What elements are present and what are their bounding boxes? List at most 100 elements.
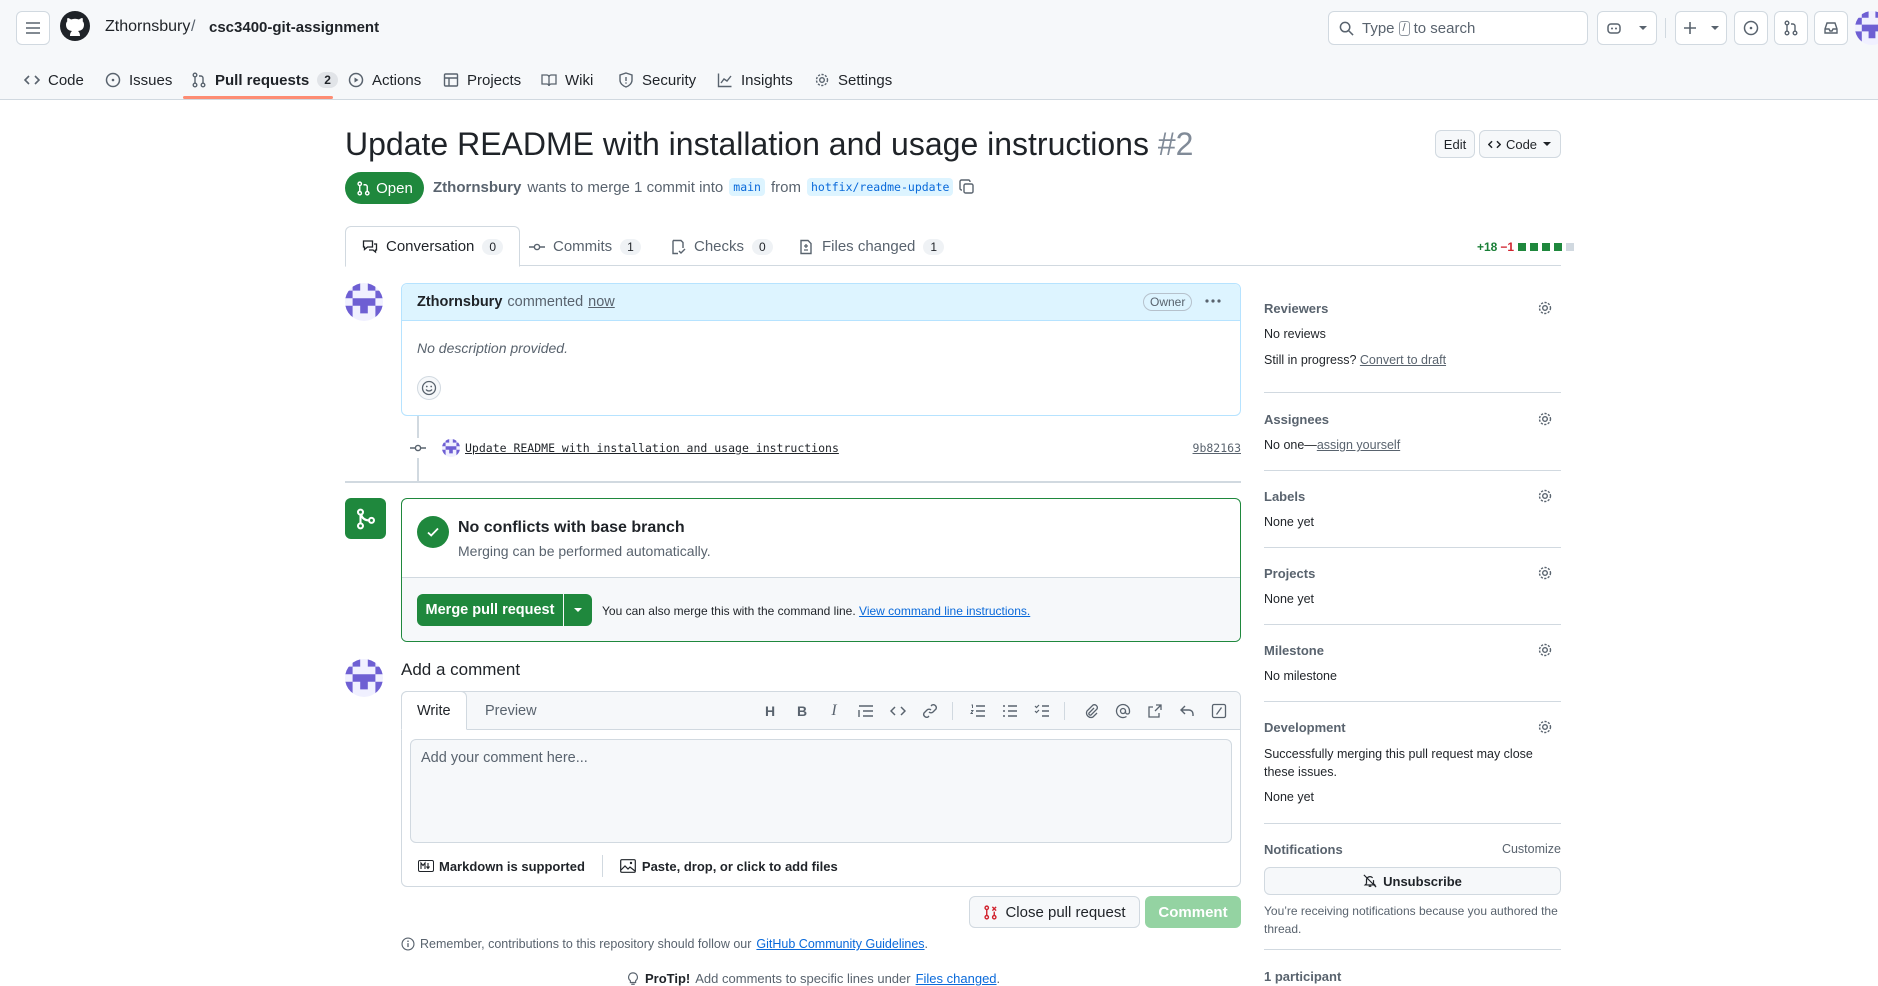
head-branch[interactable]: hotfix/readme-update xyxy=(806,178,954,196)
milestone-heading[interactable]: Milestone xyxy=(1264,643,1324,658)
command-line-instructions-link[interactable]: View command line instructions. xyxy=(859,604,1030,618)
community-guidelines-link[interactable]: GitHub Community Guidelines xyxy=(756,937,924,951)
assignees-heading[interactable]: Assignees xyxy=(1264,412,1329,427)
merge-method-dropdown[interactable] xyxy=(564,594,592,626)
shield-icon xyxy=(619,72,633,88)
current-user-avatar[interactable] xyxy=(345,659,383,697)
repo-nav-actions[interactable]: Actions xyxy=(348,60,421,100)
breadcrumb-owner[interactable]: Zthornsbury xyxy=(105,18,190,36)
slash-command-icon[interactable] xyxy=(1209,701,1229,721)
comment-options-button[interactable] xyxy=(1204,292,1222,310)
tab-commits[interactable]: Commits 1 xyxy=(513,226,657,267)
cross-reference-icon[interactable] xyxy=(1145,701,1165,721)
repo-nav-security[interactable]: Security xyxy=(618,60,696,100)
projects-heading[interactable]: Projects xyxy=(1264,566,1315,581)
merge-pull-request-button[interactable]: Merge pull request xyxy=(417,594,563,626)
issue-opened-icon xyxy=(1743,20,1759,36)
comment-author[interactable]: Zthornsbury xyxy=(417,294,502,310)
write-tab[interactable]: Write xyxy=(401,691,467,730)
github-logo[interactable] xyxy=(59,10,91,42)
reviewers-heading[interactable]: Reviewers xyxy=(1264,301,1328,316)
gear-icon[interactable] xyxy=(1537,642,1553,658)
repo-nav-settings-label: Settings xyxy=(838,71,893,89)
heading-icon[interactable]: H xyxy=(760,701,780,721)
gear-icon[interactable] xyxy=(1537,565,1553,581)
development-heading[interactable]: Development xyxy=(1264,720,1346,735)
add-reaction-button[interactable] xyxy=(417,376,441,400)
link-icon[interactable] xyxy=(920,701,940,721)
reviewers-value: No reviews xyxy=(1264,327,1326,341)
tab-checks[interactable]: Checks 0 xyxy=(654,226,789,267)
search-input[interactable]: Type / to search xyxy=(1328,11,1588,45)
convert-to-draft-link[interactable]: Convert to draft xyxy=(1360,353,1446,367)
active-nav-underline xyxy=(183,96,333,99)
markdown-supported-link[interactable]: Markdown is supported xyxy=(418,859,585,874)
preview-tab[interactable]: Preview xyxy=(470,691,552,730)
repo-nav-issues[interactable]: Issues xyxy=(105,60,172,100)
issues-button[interactable] xyxy=(1734,11,1768,45)
file-diff-icon xyxy=(800,239,812,254)
pr-author-link[interactable]: Zthornsbury xyxy=(433,179,521,196)
gear-icon[interactable] xyxy=(1537,300,1553,316)
reply-icon[interactable] xyxy=(1177,701,1197,721)
create-new-button[interactable] xyxy=(1675,11,1727,45)
pr-tabs: Conversation 0 Commits 1 Checks 0 Files … xyxy=(345,226,1561,267)
gear-icon[interactable] xyxy=(1537,411,1553,427)
unordered-list-icon[interactable] xyxy=(1000,701,1020,721)
repo-nav-code-label: Code xyxy=(48,71,84,89)
repo-nav-insights-label: Insights xyxy=(741,71,793,89)
labels-heading[interactable]: Labels xyxy=(1264,489,1305,504)
commit-sha-link[interactable]: 9b82163 xyxy=(1193,441,1241,455)
copilot-button[interactable] xyxy=(1597,11,1657,45)
inbox-button[interactable] xyxy=(1814,11,1848,45)
markdown-supported-label: Markdown is supported xyxy=(439,858,585,874)
comment-submit-button[interactable]: Comment xyxy=(1145,896,1241,928)
repo-nav-projects[interactable]: Projects xyxy=(443,60,521,100)
unsubscribe-button[interactable]: Unsubscribe xyxy=(1264,867,1561,895)
pull-requests-button[interactable] xyxy=(1774,11,1808,45)
copy-icon[interactable] xyxy=(959,179,975,195)
italic-icon[interactable]: I xyxy=(824,701,844,721)
paperclip-icon[interactable] xyxy=(1081,701,1101,721)
comment-textarea[interactable]: Add your comment here... xyxy=(410,739,1232,843)
edit-button[interactable]: Edit xyxy=(1435,130,1475,158)
reviewers-progress: Still in progress? Convert to draft xyxy=(1264,353,1446,367)
repo-nav-pull-requests[interactable]: Pull requests 2 xyxy=(191,60,338,100)
diffstat-deletions: −1 xyxy=(1500,240,1515,254)
comment-action: commented xyxy=(507,294,584,310)
repo-nav-wiki-label: Wiki xyxy=(565,71,594,89)
user-avatar[interactable] xyxy=(1855,11,1878,45)
close-pull-request-button[interactable]: Close pull request xyxy=(969,896,1140,928)
tab-files-changed[interactable]: Files changed 1 xyxy=(782,226,960,267)
numbered-list-icon[interactable] xyxy=(968,701,988,721)
task-list-icon[interactable] xyxy=(1032,701,1052,721)
customize-link[interactable]: Customize xyxy=(1502,842,1561,856)
commit-message-link[interactable]: Update README with installation and usag… xyxy=(465,441,839,455)
menu-button[interactable] xyxy=(16,11,50,45)
quote-icon[interactable] xyxy=(856,701,876,721)
gear-icon[interactable] xyxy=(1537,488,1553,504)
gear-icon[interactable] xyxy=(1537,719,1553,735)
commit-author-avatar[interactable] xyxy=(442,439,460,457)
pull-requests-count: 2 xyxy=(317,72,338,88)
repo-nav-insights[interactable]: Insights xyxy=(717,60,793,100)
sidebar-reviewers: Reviewers No reviews Still in progress? … xyxy=(1264,295,1561,393)
assign-yourself-link[interactable]: assign yourself xyxy=(1317,438,1400,452)
bold-icon[interactable]: B xyxy=(792,701,812,721)
repo-nav-wiki[interactable]: Wiki xyxy=(541,60,593,100)
comment-time[interactable]: now xyxy=(588,294,615,310)
header-divider xyxy=(1665,18,1666,38)
base-branch[interactable]: main xyxy=(729,178,765,196)
repo-nav-code[interactable]: Code xyxy=(24,60,84,100)
diffstat-additions: +18 xyxy=(1477,240,1498,254)
mention-icon[interactable] xyxy=(1113,701,1133,721)
markdown-icon xyxy=(418,860,434,872)
unsubscribe-label: Unsubscribe xyxy=(1383,873,1462,889)
repo-nav-settings[interactable]: Settings xyxy=(814,60,892,100)
attach-files-button[interactable]: Paste, drop, or click to add files xyxy=(620,859,838,874)
tab-conversation[interactable]: Conversation 0 xyxy=(345,226,521,267)
breadcrumb-repo[interactable]: csc3400-git-assignment xyxy=(209,19,379,36)
comment-author-avatar[interactable] xyxy=(345,283,383,321)
code-icon[interactable] xyxy=(888,701,908,721)
code-dropdown-button[interactable]: Code xyxy=(1479,130,1561,158)
